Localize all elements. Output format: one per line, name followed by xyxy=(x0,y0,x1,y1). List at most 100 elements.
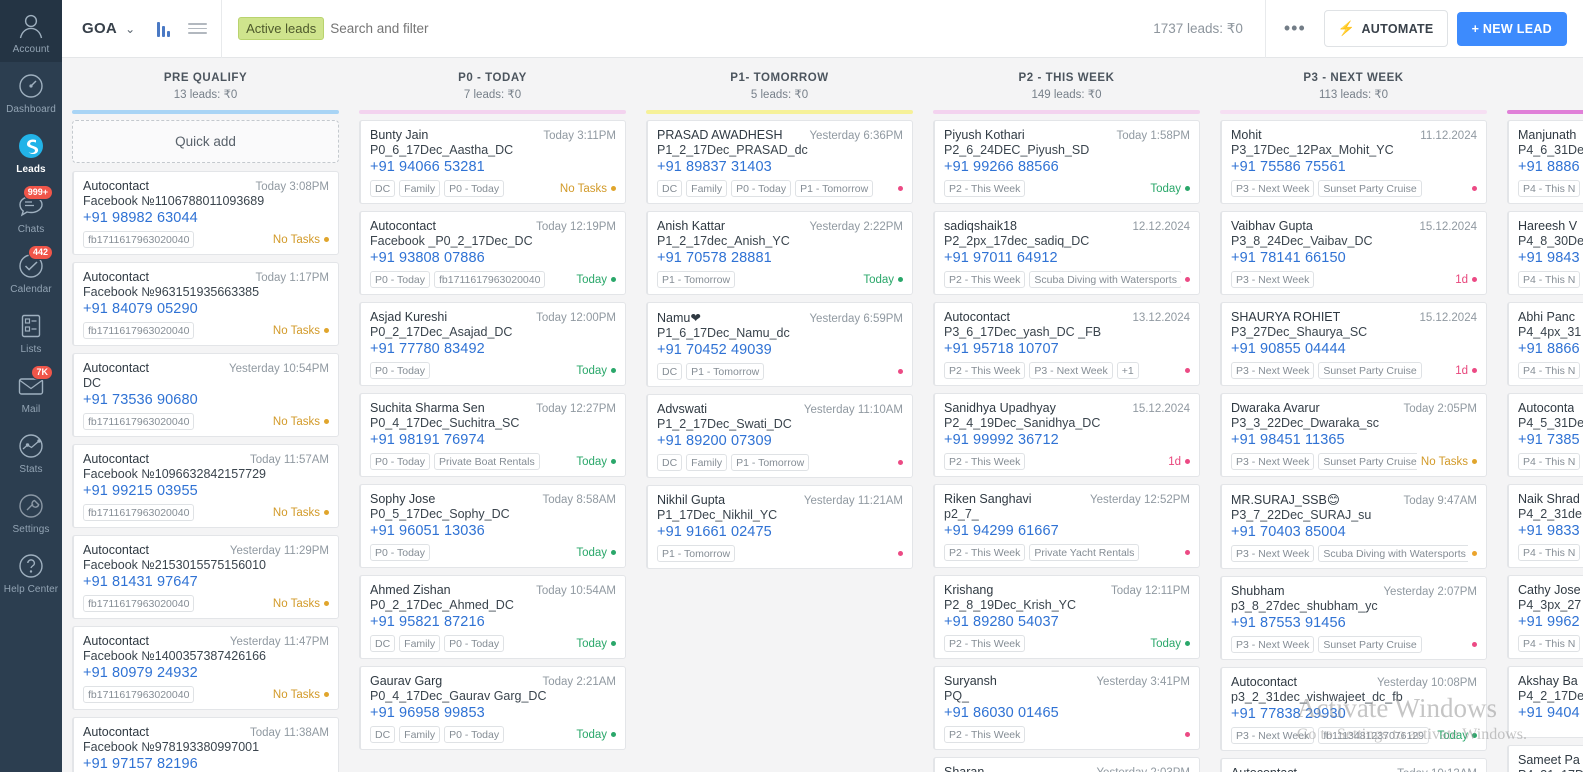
lead-tag[interactable]: P4 - This N xyxy=(1518,180,1581,197)
column-cards[interactable]: Quick add Autocontact Today 3:08PM Facebook… xyxy=(62,114,349,772)
lead-phone[interactable]: +91 95718 10707 xyxy=(944,341,1190,357)
lead-tag[interactable]: DC xyxy=(370,635,396,652)
lead-phone[interactable]: +91 9843 xyxy=(1518,250,1583,266)
lead-phone[interactable]: +91 97011 64912 xyxy=(944,250,1190,266)
lead-tag[interactable]: Family xyxy=(686,180,728,197)
lead-tag[interactable]: Sunset Party Cruise xyxy=(1318,636,1422,653)
lead-tag[interactable]: fb1711617963020040 xyxy=(83,504,195,521)
lead-card[interactable]: Sameet PaToday 10:13AMP4_31_17D+91 9921 xyxy=(1507,745,1583,772)
lead-tag[interactable]: P1 - Tomorrow xyxy=(686,363,765,380)
lead-phone[interactable]: +91 98191 76974 xyxy=(370,432,616,448)
lead-tag[interactable]: P2 - This Week xyxy=(944,271,1026,288)
lead-tag[interactable]: P0 - Today xyxy=(370,362,431,379)
lead-card[interactable]: Advswati Yesterday 11:10AM P1_2_17Dec_Swat… xyxy=(646,394,913,478)
lead-phone[interactable]: +91 94066 53281 xyxy=(370,159,616,175)
lead-tag[interactable]: P3 - Next Week xyxy=(1231,636,1315,653)
lead-phone[interactable]: +91 99215 03955 xyxy=(83,483,329,499)
lead-card[interactable]: Asjad Kureshi Today 12:00PM P0_2_17Dec_Asa… xyxy=(359,302,626,386)
lead-card[interactable]: Ahmed Zishan Today 10:54AM P0_2_17Dec_Ahme… xyxy=(359,575,626,659)
lead-card[interactable]: Bunty Jain Today 3:11PM P0_6_17Dec_Aastha_… xyxy=(359,120,626,204)
lead-tag[interactable]: Family xyxy=(686,454,728,471)
lead-tag[interactable]: P0 - Today xyxy=(731,180,792,197)
lead-phone[interactable]: +91 80979 24932 xyxy=(83,665,329,681)
pipeline-selector[interactable]: GOA ⌄ xyxy=(62,0,223,58)
lead-tag[interactable]: P3 - Next Week xyxy=(1029,362,1113,379)
lead-tag[interactable]: Family xyxy=(399,635,441,652)
lead-tag[interactable]: Family xyxy=(399,726,441,743)
lead-tag[interactable]: P2 - This Week xyxy=(944,726,1026,743)
lead-phone[interactable]: +91 81431 97647 xyxy=(83,574,329,590)
lead-card[interactable]: Autocontact Today 11:57AM Facebook №109663… xyxy=(72,444,339,528)
list-view-icon[interactable] xyxy=(188,23,208,34)
lead-tag[interactable]: P3 - Next Week xyxy=(1231,362,1315,379)
lead-tag[interactable]: P2 - This Week xyxy=(944,362,1026,379)
lead-phone[interactable]: +91 77838 29930 xyxy=(1231,706,1477,722)
column-cards[interactable]: Piyush Kothari Today 1:58PM P2_6_24DEC_Piy… xyxy=(923,114,1210,772)
lead-tag[interactable]: fb1711617963020040 xyxy=(83,686,195,703)
lead-card[interactable]: Autocontact Yesterday 11:29PM Facebook №21… xyxy=(72,535,339,619)
lead-phone[interactable]: +91 91661 02475 xyxy=(657,524,903,540)
lead-card[interactable]: Autocontact Today 12:19PM Facebook _P0_2_1… xyxy=(359,211,626,295)
lead-phone[interactable]: +91 70403 85004 xyxy=(1231,524,1477,540)
lead-phone[interactable]: +91 98451 11365 xyxy=(1231,432,1477,448)
lead-card[interactable]: sadiqshaik18 12.12.2024 P2_2px_17dec_sadiq… xyxy=(933,211,1200,295)
lead-phone[interactable]: +91 94299 61667 xyxy=(944,523,1190,539)
lead-phone[interactable]: +91 89200 07309 xyxy=(657,433,903,449)
lead-card[interactable]: AutocontaToday 2:05PMP4_5_31Dec +91 7385 P… xyxy=(1507,393,1583,477)
lead-tag[interactable]: P0 - Today xyxy=(444,180,505,197)
lead-card[interactable]: Krishang Today 12:11PM P2_8_19Dec_Krish_YC… xyxy=(933,575,1200,659)
lead-tag[interactable]: P4 - This N xyxy=(1518,453,1581,470)
chevron-down-icon[interactable]: ⌄ xyxy=(125,22,135,36)
column-cards[interactable]: Mohit 11.12.2024 P3_17Dec_12Pax_Mohit_YC +9… xyxy=(1210,114,1497,772)
lead-card[interactable]: Hareesh V11.12.2024P4_8_30Dec +91 9843 P4 … xyxy=(1507,211,1583,295)
lead-tag[interactable]: fb1711617963020040 xyxy=(83,231,195,248)
lead-card[interactable]: Riken Sanghavi Yesterday 12:52PM p2_7_ +91 … xyxy=(933,484,1200,568)
lead-phone[interactable]: +91 97157 82196 xyxy=(83,756,329,772)
lead-tag[interactable]: P3 - Next Week xyxy=(1231,180,1315,197)
lead-tag[interactable]: P0 - Today xyxy=(370,544,431,561)
lead-tag[interactable]: DC xyxy=(657,454,683,471)
sidebar-item-mail[interactable]: 7K Mail xyxy=(0,362,62,422)
lead-tag[interactable]: DC xyxy=(657,180,683,197)
lead-card[interactable]: Gaurav Garg Today 2:21AM P0_4_17Dec_Gaurav… xyxy=(359,666,626,750)
sidebar-item-dashboard[interactable]: Dashboard xyxy=(0,62,62,122)
search-input[interactable] xyxy=(330,21,751,36)
lead-phone[interactable]: +91 7385 xyxy=(1518,432,1583,448)
lead-tag[interactable]: P3 - Next Week xyxy=(1231,727,1315,744)
lead-tag[interactable]: P1 - Tomorrow xyxy=(657,545,736,562)
column-cards[interactable]: PRASAD AWADHESH Yesterday 6:36PM P1_2_17De… xyxy=(636,114,923,772)
sidebar-item-chats[interactable]: 999+ Chats xyxy=(0,182,62,242)
lead-phone[interactable]: +91 89837 31403 xyxy=(657,159,903,175)
lead-phone[interactable]: +91 8886 xyxy=(1518,159,1583,175)
lead-card[interactable]: Autocontact Today 1:17PM Facebook №9631519… xyxy=(72,262,339,346)
lead-phone[interactable]: +91 8866 xyxy=(1518,341,1583,357)
lead-card[interactable]: Sanidhya Upadhyay 15.12.2024 P2_4_19Dec_Sa… xyxy=(933,393,1200,477)
lead-card[interactable]: Dwaraka Avarur Today 2:05PM P3_3_22Dec_Dwa… xyxy=(1220,393,1487,477)
sidebar-item-stats[interactable]: Stats xyxy=(0,422,62,482)
lead-card[interactable]: Autocontact Today 3:08PM Facebook №1106788… xyxy=(72,171,339,255)
new-lead-button[interactable]: + NEW LEAD xyxy=(1456,11,1567,46)
lead-card[interactable]: MR.SURAJ_SSB😊 Today 9:47AM P3_7_22Dec_SURA… xyxy=(1220,484,1487,569)
lead-card[interactable]: Manjunath11.12.2024P4_6_31Dec +91 8886 P4 … xyxy=(1507,120,1583,204)
lead-tag[interactable]: P4 - This N xyxy=(1518,544,1581,561)
lead-tag[interactable]: P1 - Tomorrow xyxy=(795,180,874,197)
lead-tag[interactable]: P0 - Today xyxy=(370,271,431,288)
lead-phone[interactable]: +91 89280 54037 xyxy=(944,614,1190,630)
lead-phone[interactable]: +91 93808 07886 xyxy=(370,250,616,266)
lead-phone[interactable]: +91 84079 05290 xyxy=(83,301,329,317)
lead-tag[interactable]: P3 - Next Week xyxy=(1231,271,1315,288)
lead-tag[interactable]: fb1711617963020040 xyxy=(83,595,195,612)
lead-phone[interactable]: +91 95821 87216 xyxy=(370,614,616,630)
lead-card[interactable]: PRASAD AWADHESH Yesterday 6:36PM P1_2_17De… xyxy=(646,120,913,204)
lead-tag[interactable]: P4 - This N xyxy=(1518,362,1581,379)
lead-phone[interactable]: +91 99266 88566 xyxy=(944,159,1190,175)
lead-tag[interactable]: Family xyxy=(399,180,441,197)
lead-tag[interactable]: +1 xyxy=(1116,362,1139,379)
lead-tag[interactable]: Sunset Party Cruise xyxy=(1318,453,1417,470)
lead-card[interactable]: AutocontactToday 10:13AMp3_2_31dec_axend… xyxy=(1220,758,1487,772)
lead-card[interactable]: Piyush Kothari Today 1:58PM P2_6_24DEC_Piy… xyxy=(933,120,1200,204)
lead-card[interactable]: Abhi Panc11.12.2024P4_4px_31 +91 8866 P4 -… xyxy=(1507,302,1583,386)
lead-card[interactable]: Nikhil Gupta Yesterday 11:21AM P1_17Dec_Ni… xyxy=(646,485,913,569)
active-leads-filter-chip[interactable]: Active leads xyxy=(238,17,325,40)
sidebar-item-leads[interactable]: Leads xyxy=(0,122,62,182)
